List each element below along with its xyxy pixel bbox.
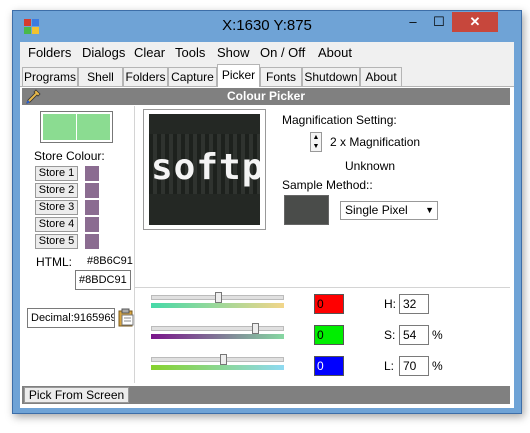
sample-method-select[interactable]: Single Pixel ▼ [340, 201, 438, 220]
divider-horizontal [135, 287, 510, 288]
clipboard-icon[interactable] [118, 308, 135, 327]
menu-clear[interactable]: Clear [134, 45, 165, 60]
menu-show[interactable]: Show [217, 45, 250, 60]
red-slider[interactable] [151, 292, 284, 312]
store-3-swatch[interactable] [85, 200, 99, 215]
lightness-unit: % [432, 359, 443, 373]
store-5-button[interactable]: Store 5 [35, 234, 78, 249]
store-colour-label: Store Colour: [34, 149, 105, 163]
colour-preview [40, 111, 113, 143]
preview-right [77, 114, 110, 140]
green-slider-gradient [151, 334, 284, 339]
tab-capture[interactable]: Capture [168, 67, 217, 86]
magnification-spinner[interactable]: ▲ ▼ [310, 132, 322, 152]
tab-bar: Programs Shell Folders Capture Picker Fo… [20, 64, 514, 87]
red-slider-thumb[interactable] [215, 292, 222, 303]
store-5-swatch[interactable] [85, 234, 99, 249]
red-slider-gradient [151, 303, 284, 308]
magnifier-view: softp [149, 114, 260, 225]
title-bar[interactable]: X:1630 Y:875 – ☐ ✕ [13, 11, 521, 42]
preview-left [43, 114, 76, 140]
blue-slider-rail [151, 357, 284, 362]
blue-slider[interactable] [151, 354, 284, 374]
hue-field[interactable]: 32 [399, 294, 429, 314]
tab-shutdown[interactable]: Shutdown [302, 67, 360, 86]
sample-colour-preview [284, 195, 329, 225]
panel-header: Colour Picker [22, 88, 510, 105]
store-2-swatch[interactable] [85, 183, 99, 198]
menu-bar: Folders Dialogs Clear Tools Show On / Of… [20, 42, 514, 64]
panel-title: Colour Picker [226, 89, 306, 103]
magnification-status: Unknown [345, 159, 396, 173]
tab-folders[interactable]: Folders [123, 67, 168, 86]
store-4-swatch[interactable] [85, 217, 99, 232]
magnification-value: 2 x Magnification [330, 135, 421, 149]
menu-folders[interactable]: Folders [28, 45, 71, 60]
store-2-button[interactable]: Store 2 [35, 183, 78, 198]
store-3-button[interactable]: Store 3 [35, 200, 78, 215]
saturation-field[interactable]: 54 [399, 325, 429, 345]
green-slider-rail [151, 326, 284, 331]
tab-shell[interactable]: Shell [78, 67, 123, 86]
tab-programs[interactable]: Programs [22, 67, 78, 86]
green-value-box[interactable]: 0 [314, 325, 344, 345]
html-colour-field[interactable]: #8BDC91 [75, 270, 131, 290]
client-area: Folders Dialogs Clear Tools Show On / Of… [20, 42, 514, 408]
tab-fonts[interactable]: Fonts [260, 67, 302, 86]
store-1-swatch[interactable] [85, 166, 99, 181]
magnifier-frame: softp [143, 109, 266, 230]
picker-panel: Colour Picker Store Colour: Store 1 Stor… [20, 86, 514, 408]
hue-label: H: [384, 297, 396, 311]
menu-tools[interactable]: Tools [175, 45, 205, 60]
html-label: HTML: [36, 255, 72, 269]
close-button[interactable]: ✕ [452, 12, 498, 32]
minimize-button[interactable]: – [400, 12, 426, 32]
store-1-button[interactable]: Store 1 [35, 166, 78, 181]
green-slider[interactable] [151, 323, 284, 343]
menu-about[interactable]: About [318, 45, 352, 60]
sample-method-label: Sample Method:: [282, 178, 373, 192]
sample-method-value: Single Pixel [345, 203, 408, 217]
blue-value-box[interactable]: 0 [314, 356, 344, 376]
red-value-box[interactable]: 0 [314, 294, 344, 314]
maximize-button[interactable]: ☐ [426, 12, 452, 32]
tab-picker[interactable]: Picker [217, 64, 260, 87]
blue-slider-thumb[interactable] [220, 354, 227, 365]
store-4-button[interactable]: Store 4 [35, 217, 78, 232]
lightness-label: L: [384, 359, 395, 373]
chevron-down-icon: ▼ [425, 205, 434, 215]
blue-slider-gradient [151, 365, 284, 370]
bottom-bar: Pick From Screen [22, 386, 510, 404]
app-window: X:1630 Y:875 – ☐ ✕ Folders Dialogs Clear… [12, 10, 522, 414]
divider-vertical [134, 106, 135, 383]
tab-about[interactable]: About [360, 67, 402, 86]
decimal-field[interactable]: Decimal:9165969 [27, 308, 115, 328]
menu-dialogs[interactable]: Dialogs [82, 45, 125, 60]
green-slider-thumb[interactable] [252, 323, 259, 334]
eyedropper-icon[interactable] [25, 89, 41, 105]
pick-from-screen-button[interactable]: Pick From Screen [24, 387, 129, 403]
menu-on-off[interactable]: On / Off [260, 45, 305, 60]
html-stored-value: #8B6C91 [87, 255, 133, 267]
saturation-unit: % [432, 328, 443, 342]
magnification-label: Magnification Setting: [282, 113, 397, 127]
lightness-field[interactable]: 70 [399, 356, 429, 376]
saturation-label: S: [384, 328, 396, 342]
magnified-text: softp [151, 147, 260, 188]
